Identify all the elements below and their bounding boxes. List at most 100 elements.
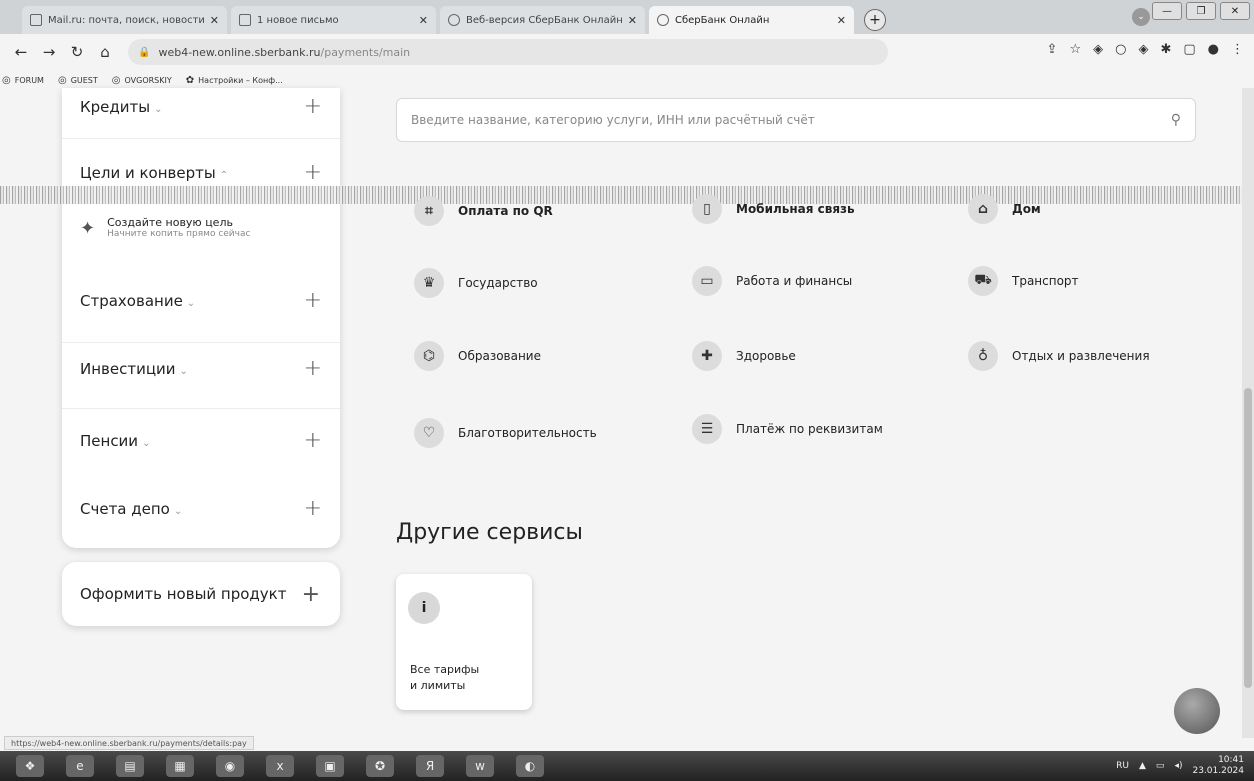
category-education[interactable]: ⌬ Образование — [414, 341, 541, 371]
category-mobile[interactable]: ▯ Мобильная связь — [692, 194, 855, 224]
divider — [62, 138, 340, 139]
plus-icon[interactable]: + — [304, 94, 322, 119]
chevron-down-icon: ⌄ — [173, 505, 183, 517]
ie-icon[interactable]: e — [66, 755, 94, 777]
excel-icon[interactable]: x — [266, 755, 294, 777]
new-product-button[interactable]: Оформить новый продукт + — [62, 562, 340, 626]
payments-search-input[interactable]: Введите название, категорию услуги, ИНН … — [396, 98, 1196, 142]
category-transport[interactable]: ⛟ Транспорт — [968, 266, 1079, 296]
opera-icon[interactable]: ○ — [1115, 42, 1126, 57]
divider — [62, 408, 340, 409]
tab-strip: Mail.ru: почта, поиск, новости ✕ 1 новое … — [0, 0, 1254, 34]
menu-dots-icon[interactable]: ⋮ — [1231, 42, 1244, 57]
create-goal-link[interactable]: ✦ Создайте новую цель Начните копить пря… — [80, 216, 250, 239]
bookmark-item[interactable]: ◎ OVGORSKIY — [112, 75, 172, 86]
category-work-finance[interactable]: ▭ Работа и финансы — [692, 266, 852, 296]
chrome-icon[interactable]: ◐ — [516, 755, 544, 777]
category-home[interactable]: ⌂ Дом — [968, 194, 1041, 224]
new-tab-button[interactable]: + — [864, 9, 886, 31]
document-icon: ☰ — [692, 414, 722, 444]
close-tab-icon[interactable]: ✕ — [837, 14, 846, 27]
category-leisure[interactable]: ♁ Отдых и развлечения — [968, 341, 1150, 371]
category-requisites[interactable]: ☰ Платёж по реквизитам — [692, 414, 883, 444]
phone-icon: ▯ — [692, 194, 722, 224]
balloon-icon: ♁ — [968, 341, 998, 371]
app-icon[interactable]: ▣ — [316, 755, 344, 777]
close-tab-icon[interactable]: ✕ — [628, 14, 637, 27]
sidepanel-icon[interactable]: ▢ — [1183, 42, 1195, 57]
close-tab-icon[interactable]: ✕ — [419, 14, 428, 27]
plus-icon[interactable]: + — [304, 288, 322, 313]
tab-search-icon[interactable]: ⌄ — [1132, 8, 1150, 26]
plus-icon: + — [301, 581, 320, 607]
back-icon[interactable]: ← — [10, 43, 32, 61]
close-tab-icon[interactable]: ✕ — [210, 14, 219, 27]
emblem-icon: ♛ — [414, 268, 444, 298]
extensions-area: ⇪ ☆ ◈ ○ ◈ ✱ ▢ ● ⋮ — [1047, 42, 1244, 57]
home-icon[interactable]: ⌂ — [94, 43, 116, 61]
volume-icon[interactable]: ◂) — [1174, 761, 1182, 771]
sidebar-item-credits[interactable]: Кредиты ⌄ + — [80, 94, 322, 119]
minimize-icon[interactable]: — — [1152, 2, 1182, 20]
plus-icon[interactable]: + — [304, 428, 322, 453]
assistant-chat-button[interactable] — [1174, 688, 1220, 734]
page-scrollbar[interactable] — [1242, 88, 1254, 738]
forward-icon[interactable]: → — [38, 43, 60, 61]
bookmark-item[interactable]: ◎ FORUM — [2, 75, 44, 86]
bookmark-item[interactable]: ✿ Настройки – Конф... — [186, 75, 283, 86]
plus-icon[interactable]: + — [304, 356, 322, 381]
tab-title: СберБанк Онлайн — [675, 14, 770, 26]
window-controls: — ❐ ✕ — [1152, 2, 1250, 20]
word-icon[interactable]: w — [466, 755, 494, 777]
other-services-title: Другие сервисы — [396, 520, 583, 545]
app-icon[interactable]: ✪ — [366, 755, 394, 777]
sidebar-item-insurance[interactable]: Страхование ⌄ + — [80, 288, 322, 313]
sidebar-item-goals[interactable]: Цели и конверты ⌃ + — [80, 160, 322, 185]
browser-tab[interactable]: Mail.ru: почта, поиск, новости ✕ — [22, 6, 227, 34]
yandex-icon[interactable]: Я — [416, 755, 444, 777]
puzzle-icon[interactable]: ✱ — [1160, 42, 1171, 57]
scan-artifact — [0, 186, 1254, 204]
profile-icon[interactable]: ● — [1208, 42, 1219, 57]
browser-tab-active[interactable]: СберБанк Онлайн ✕ — [649, 6, 854, 34]
goal-title: Создайте новую цель — [107, 216, 233, 229]
chevron-up-icon: ⌃ — [219, 169, 229, 181]
maximize-icon[interactable]: ❐ — [1186, 2, 1216, 20]
url-input[interactable]: 🔒 web4-new.online.sberbank.ru/payments/m… — [128, 39, 888, 65]
globe-icon: ◎ — [57, 74, 67, 86]
lock-icon[interactable]: 🔒 — [138, 47, 150, 58]
chevron-down-icon: ⌄ — [142, 437, 151, 449]
address-bar: ← → ↻ ⌂ 🔒 web4-new.online.sberbank.ru/pa… — [0, 34, 1254, 70]
start-icon[interactable]: ❖ — [16, 755, 44, 777]
extension-icon[interactable]: ◈ — [1093, 42, 1103, 57]
bookmark-item[interactable]: ◎ GUEST — [58, 75, 98, 86]
sidebar-item-pensions[interactable]: Пенсии ⌄ + — [80, 428, 322, 453]
category-qr[interactable]: ⌗ Оплата по QR — [414, 196, 553, 226]
browser-tab[interactable]: Веб-версия СберБанк Онлайн ✕ — [440, 6, 645, 34]
mail-favicon-icon — [239, 14, 251, 26]
bookmark-star-icon[interactable]: ☆ — [1069, 42, 1081, 57]
close-window-icon[interactable]: ✕ — [1220, 2, 1250, 20]
plus-icon[interactable]: + — [304, 160, 322, 185]
clock[interactable]: 10:41 23.01.2024 — [1192, 755, 1244, 777]
reload-icon[interactable]: ↻ — [66, 43, 88, 61]
language-indicator[interactable]: RU — [1116, 761, 1129, 771]
category-charity[interactable]: ♡ Благотворительность — [414, 418, 597, 448]
category-government[interactable]: ♛ Государство — [414, 268, 538, 298]
category-health[interactable]: ✚ Здоровье — [692, 341, 796, 371]
tray-arrow-icon[interactable]: ▲ — [1139, 761, 1146, 771]
browser-tab[interactable]: 1 новое письмо ✕ — [231, 6, 436, 34]
app-icon[interactable]: ▦ — [166, 755, 194, 777]
extension-icon[interactable]: ◈ — [1138, 42, 1148, 57]
share-icon[interactable]: ⇪ — [1047, 42, 1058, 57]
scrollbar-thumb[interactable] — [1244, 388, 1252, 688]
network-icon[interactable]: ▭ — [1156, 761, 1165, 771]
sidebar-item-investments[interactable]: Инвестиции ⌄ + — [80, 356, 322, 381]
mail-favicon-icon — [30, 14, 42, 26]
search-icon[interactable]: ⚲ — [1171, 112, 1181, 128]
explorer-icon[interactable]: ▤ — [116, 755, 144, 777]
sidebar-item-depo[interactable]: Счета депо ⌄ + — [80, 496, 322, 521]
tariffs-limits-card[interactable]: i Все тарифы и лимиты — [396, 574, 532, 710]
plus-icon[interactable]: + — [304, 496, 322, 521]
app-icon[interactable]: ◉ — [216, 755, 244, 777]
